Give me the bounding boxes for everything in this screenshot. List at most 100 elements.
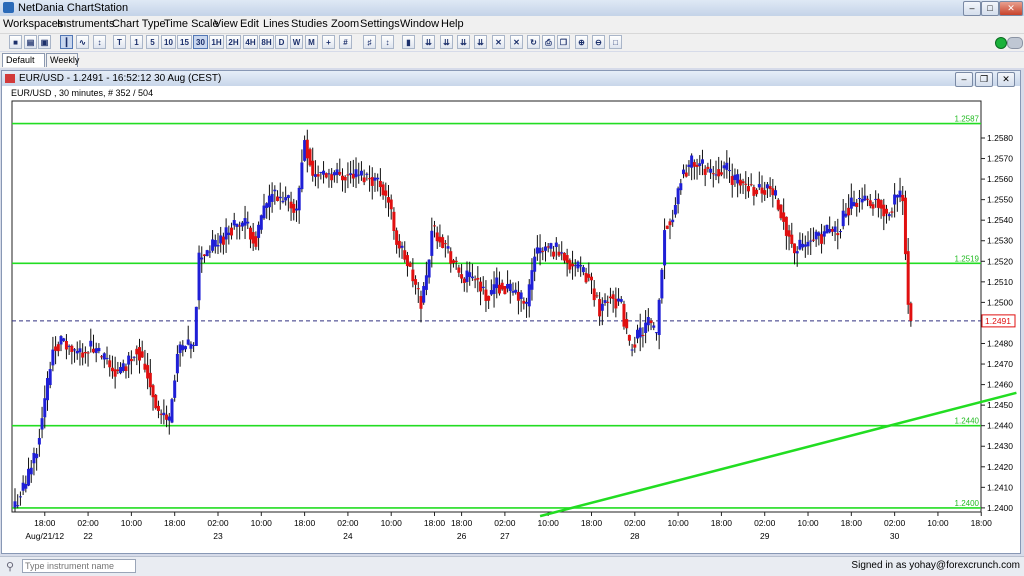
line-chart-type-icon[interactable]: ∿ bbox=[76, 35, 89, 49]
menu-time-scale[interactable]: Time Scale bbox=[164, 18, 219, 30]
fib-icon[interactable]: ⇊ bbox=[422, 35, 435, 49]
menu-zoom[interactable]: Zoom bbox=[331, 18, 359, 30]
candle-body bbox=[343, 176, 347, 181]
candle-body bbox=[860, 199, 864, 203]
menu-window[interactable]: Window bbox=[400, 18, 439, 30]
candle-body bbox=[706, 166, 710, 169]
menu-view[interactable]: View bbox=[214, 18, 238, 30]
menu-chart-type[interactable]: Chart Type bbox=[112, 18, 166, 30]
candle-body bbox=[630, 349, 634, 351]
candle-body bbox=[370, 177, 374, 186]
candle-body bbox=[59, 336, 63, 345]
timeframe-1-button[interactable]: 1 bbox=[130, 35, 143, 49]
candle-body bbox=[167, 416, 171, 421]
timeframe-8h-button[interactable]: 8H bbox=[259, 35, 274, 49]
zoom-fit-icon[interactable]: □ bbox=[609, 35, 622, 49]
candle-body bbox=[503, 286, 507, 295]
menu-help[interactable]: Help bbox=[441, 18, 464, 30]
candle-body bbox=[792, 243, 796, 254]
fib-arc-icon[interactable]: ⇊ bbox=[457, 35, 470, 49]
timeframe-t-button[interactable]: T bbox=[113, 35, 126, 49]
candle-body bbox=[262, 205, 266, 219]
candle-body bbox=[443, 243, 447, 245]
save-icon[interactable]: ▣ bbox=[38, 35, 51, 49]
refresh-icon[interactable]: ↻ bbox=[527, 35, 540, 49]
timeframe-30-button[interactable]: 30 bbox=[193, 35, 208, 49]
timeframe-w-button[interactable]: W bbox=[290, 35, 303, 49]
print-icon[interactable]: ⎙ bbox=[542, 35, 555, 49]
candle-body bbox=[113, 369, 117, 377]
timeframe-4h-button[interactable]: 4H bbox=[243, 35, 258, 49]
horizontal-level-label: 1.2519 bbox=[955, 254, 980, 263]
candle-body bbox=[170, 399, 174, 423]
measure-icon[interactable]: ↕ bbox=[381, 35, 394, 49]
candle-body bbox=[189, 343, 193, 349]
grid-icon[interactable]: # bbox=[339, 35, 352, 49]
candle-body bbox=[165, 414, 169, 420]
zoom-in-icon[interactable]: ⊕ bbox=[575, 35, 588, 49]
y-tick-label: 1.2460 bbox=[987, 380, 1013, 390]
candle-body bbox=[568, 260, 572, 270]
tab-default[interactable]: Default bbox=[2, 53, 45, 67]
candle-body bbox=[700, 159, 704, 164]
price-chart[interactable]: 1.2400 1.2410 1.2420 1.2430 1.2440 1.2450 1.24… bbox=[2, 71, 1020, 553]
candle-body bbox=[549, 243, 553, 249]
candle-body bbox=[416, 288, 420, 290]
candle-body bbox=[774, 190, 778, 196]
menu-settings[interactable]: Settings bbox=[360, 18, 400, 30]
candle-body bbox=[546, 246, 550, 248]
candle-body bbox=[660, 269, 664, 299]
timeframe-1h-button[interactable]: 1H bbox=[209, 35, 224, 49]
candle-body bbox=[470, 276, 474, 279]
signed-in-status: Signed in as yohay@forexcrunch.com bbox=[851, 560, 1020, 571]
crosshair-icon[interactable]: + bbox=[322, 35, 335, 49]
x-tick-date-label: 26 bbox=[457, 531, 467, 541]
open-icon[interactable]: ▤ bbox=[24, 35, 37, 49]
timeframe-2h-button[interactable]: 2H bbox=[226, 35, 241, 49]
menu-lines[interactable]: Lines bbox=[263, 18, 289, 30]
candle-body bbox=[533, 256, 537, 272]
y-tick-label: 1.2470 bbox=[987, 359, 1013, 369]
close-button[interactable]: ✕ bbox=[999, 1, 1023, 16]
menu-workspaces[interactable]: Workspaces bbox=[3, 18, 63, 30]
candle-body bbox=[874, 198, 878, 200]
candle-body bbox=[51, 349, 55, 366]
candle-body bbox=[378, 180, 382, 188]
y-tick-label: 1.2480 bbox=[987, 338, 1013, 348]
new-chart-icon[interactable]: ■ bbox=[9, 35, 22, 49]
timeframe-m-button[interactable]: M bbox=[305, 35, 318, 49]
tab-weekly[interactable]: Weekly bbox=[46, 53, 79, 67]
cross-icon[interactable]: ✕ bbox=[492, 35, 505, 49]
menu-studies[interactable]: Studies bbox=[291, 18, 328, 30]
candle-body bbox=[178, 344, 182, 353]
timeframe-d-button[interactable]: D bbox=[275, 35, 288, 49]
candle-chart-type-icon[interactable]: ┃ bbox=[60, 35, 73, 49]
menu-instruments[interactable]: Instruments bbox=[57, 18, 114, 30]
minimize-button[interactable]: – bbox=[963, 1, 981, 16]
volume-icon[interactable]: ▮ bbox=[402, 35, 415, 49]
menu-edit[interactable]: Edit bbox=[240, 18, 259, 30]
timeframe-10-button[interactable]: 10 bbox=[161, 35, 176, 49]
workspace-tabs: Default Weekly bbox=[0, 52, 1024, 68]
timeframe-5-button[interactable]: 5 bbox=[146, 35, 159, 49]
instrument-search-input[interactable] bbox=[22, 559, 136, 573]
maximize-button[interactable]: □ bbox=[981, 1, 999, 16]
fib-time-icon[interactable]: ⇊ bbox=[474, 35, 487, 49]
candle-body bbox=[611, 294, 615, 299]
fib-fan-icon[interactable]: ⇊ bbox=[440, 35, 453, 49]
candle-body bbox=[243, 218, 247, 226]
connection-toggle[interactable] bbox=[1007, 37, 1023, 49]
y-tick-label: 1.2500 bbox=[987, 297, 1013, 307]
candle-body bbox=[728, 170, 732, 172]
preview-icon[interactable]: ❐ bbox=[557, 35, 570, 49]
candle-body bbox=[587, 274, 591, 278]
candle-body bbox=[879, 200, 883, 209]
delete-icon[interactable]: ✕ bbox=[510, 35, 523, 49]
zoom-out-icon[interactable]: ⊖ bbox=[592, 35, 605, 49]
candle-body bbox=[224, 227, 228, 240]
candle-body bbox=[603, 300, 607, 303]
candle-body bbox=[636, 329, 640, 339]
timeframe-15-button[interactable]: 15 bbox=[177, 35, 192, 49]
draw-icon[interactable]: ♯ bbox=[363, 35, 376, 49]
bar-chart-type-icon[interactable]: ↕ bbox=[93, 35, 106, 49]
